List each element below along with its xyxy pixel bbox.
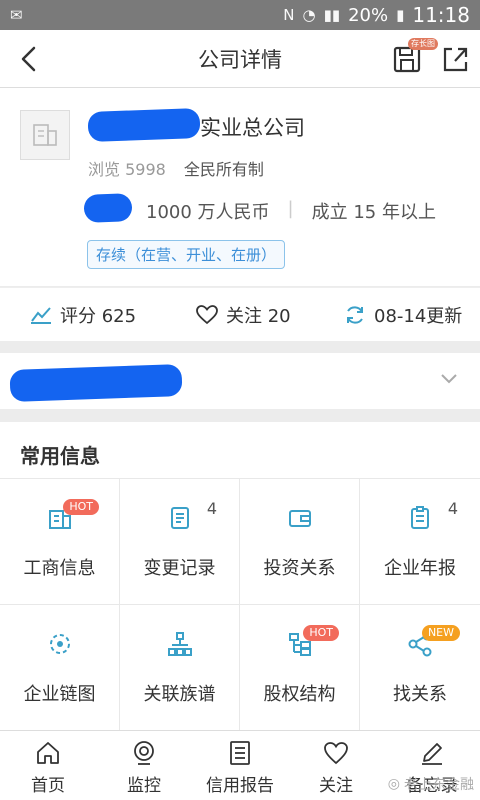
grid-item-label: 关联族谱 — [143, 683, 216, 705]
tab-follow[interactable]: 关注 — [288, 731, 384, 800]
family-tree-icon — [167, 631, 192, 656]
heart-icon — [196, 304, 218, 324]
grid-item-investment[interactable]: 投资关系 — [240, 479, 360, 605]
score-label: 评分 625 — [60, 305, 137, 327]
company-card: 实业总公司 浏览 5998 全民所有制 1000 万人民币 | 成立 15 年以… — [0, 88, 480, 286]
ownership-type: 全民所有制 — [183, 160, 264, 179]
divider: | — [287, 198, 294, 219]
grid-item-label: 企业链图 — [23, 683, 96, 705]
watermark: ◎ 老上东金融 — [388, 774, 474, 794]
grid-item-find-relation[interactable]: 找关系 NEW — [360, 605, 480, 731]
grid-item-label: 变更记录 — [143, 557, 216, 579]
grid-item-equity-structure[interactable]: 股权结构 HOT — [240, 605, 360, 731]
annual-report-icon — [411, 505, 429, 529]
change-record-icon — [170, 506, 189, 529]
tab-label: 首页 — [31, 776, 65, 796]
signal-icon: ▮▮ — [323, 6, 341, 24]
follow-label: 关注 20 — [226, 305, 291, 327]
building-icon — [33, 124, 57, 146]
company-capital-row: 1000 万人民币 | 成立 15 年以上 — [146, 198, 436, 224]
hot-badge: HOT — [63, 499, 99, 515]
status-badge: 存续（在营、开业、在册） — [87, 240, 286, 269]
report-icon — [230, 741, 250, 765]
chain-graph-icon — [49, 633, 70, 654]
stats-bar: 评分 625 关注 20 08-14更新 — [0, 287, 480, 341]
tab-home[interactable]: 首页 — [0, 731, 96, 800]
clock: 11:18 — [412, 3, 470, 27]
common-info-grid: 工商信息 HOT 变更记录 4 投资关系 企业年报 4 企业链图 关联族谱 股权… — [0, 478, 480, 731]
expandable-section[interactable] — [0, 353, 480, 409]
monitor-icon — [134, 741, 154, 765]
nav-bar: 公司详情 存长图 — [0, 30, 480, 88]
redaction-mark — [87, 108, 201, 142]
back-arrow-icon[interactable] — [14, 42, 44, 76]
grid-item-chain-graph[interactable]: 企业链图 — [0, 605, 120, 731]
battery-percent: 20% — [348, 4, 389, 26]
wifi-icon: ◔ — [302, 6, 316, 24]
heart-icon — [324, 742, 348, 765]
tab-label: 关注 — [319, 776, 353, 796]
update-stat[interactable]: 08-14更新 — [344, 302, 462, 328]
view-count: 浏览 5998 — [88, 160, 166, 179]
grid-item-label: 工商信息 — [23, 557, 96, 579]
battery-icon: ▮ — [396, 6, 405, 24]
common-info-section: 常用信息 工商信息 HOT 变更记录 4 投资关系 企业年报 4 企业链图 关联… — [0, 422, 480, 731]
tab-credit-report[interactable]: 信用报告 — [192, 731, 288, 800]
tab-monitor[interactable]: 监控 — [96, 731, 192, 800]
redaction-mark — [9, 364, 183, 402]
save-long-image-button[interactable]: 存长图 — [390, 38, 438, 76]
chevron-down-icon — [441, 374, 457, 384]
grid-item-business-info[interactable]: 工商信息 HOT — [0, 479, 120, 605]
nfc-icon: N — [283, 6, 295, 24]
tab-label: 信用报告 — [206, 776, 274, 796]
company-name: 实业总公司 — [200, 116, 305, 140]
tab-label: 监控 — [127, 776, 161, 796]
founded-years: 成立 15 年以上 — [311, 202, 436, 223]
section-title: 常用信息 — [20, 444, 100, 468]
grid-item-label: 股权结构 — [263, 683, 336, 705]
watermark-text: 老上东金融 — [404, 777, 474, 793]
grid-item-label: 企业年报 — [384, 557, 456, 579]
company-logo — [20, 110, 70, 160]
bottom-tab-bar: 首页 监控 信用报告 关注 备忘录 ◎ 老上东金融 — [0, 730, 480, 800]
investment-icon — [288, 509, 311, 527]
pencil-icon — [422, 743, 442, 765]
new-badge: NEW — [421, 625, 460, 641]
grid-item-annual-report[interactable]: 企业年报 4 — [360, 479, 480, 605]
redaction-mark — [83, 193, 133, 223]
grid-item-family-tree[interactable]: 关联族谱 — [120, 605, 240, 731]
share-icon[interactable] — [438, 42, 472, 76]
item-count: 4 — [206, 499, 217, 518]
item-count: 4 — [447, 499, 458, 518]
follow-stat[interactable]: 关注 20 — [196, 302, 291, 328]
refresh-icon — [347, 305, 363, 324]
grid-item-label: 投资关系 — [263, 557, 336, 579]
wechat-icon: ◎ — [387, 776, 400, 792]
hot-badge: HOT — [303, 625, 339, 641]
mail-icon: ✉ — [10, 6, 23, 24]
chart-line-icon — [31, 306, 51, 324]
company-meta: 浏览 5998 全民所有制 — [88, 156, 264, 180]
grid-item-change-record[interactable]: 变更记录 4 — [120, 479, 240, 605]
save-tag: 存长图 — [408, 38, 438, 50]
grid-item-label: 找关系 — [393, 683, 447, 705]
score-stat[interactable]: 评分 625 — [30, 302, 136, 328]
home-icon — [37, 742, 59, 764]
registered-capital: 1000 万人民币 — [146, 202, 270, 223]
status-bar: ✉ N ◔ ▮▮ 20% ▮ 11:18 — [0, 0, 480, 30]
update-label: 08-14更新 — [374, 305, 463, 327]
